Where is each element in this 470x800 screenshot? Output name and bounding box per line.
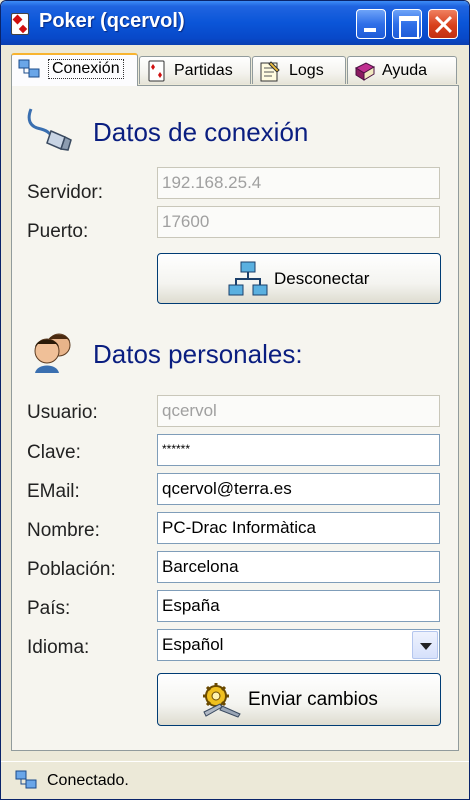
disconnect-button[interactable]: Desconectar [157, 253, 441, 304]
password-field[interactable]: ****** [157, 434, 440, 466]
network-icon [15, 770, 37, 789]
close-button[interactable] [428, 9, 458, 39]
status-bar: Conectado. [1, 761, 469, 799]
email-label: EMail: [27, 481, 80, 502]
send-changes-button[interactable]: Enviar cambios [157, 673, 441, 726]
network-icon [18, 59, 40, 78]
user-field[interactable]: qcervol [157, 395, 440, 427]
status-text: Conectado. [47, 772, 129, 789]
settings-tools-icon [203, 683, 241, 718]
tab-label: Ayuda [382, 62, 428, 79]
notepad-icon [260, 61, 280, 82]
tab-partidas[interactable]: Partidas [139, 56, 251, 84]
email-field[interactable]: qcervol@terra.es [157, 473, 440, 505]
city-label: Población: [27, 559, 116, 580]
app-window: Poker (qcervol) Conexión Partidas Logs A… [0, 0, 470, 800]
name-label: Nombre: [27, 520, 100, 541]
port-label: Puerto: [27, 221, 89, 242]
server-label: Servidor: [27, 182, 104, 203]
send-changes-label: Enviar cambios [248, 689, 378, 710]
tab-logs[interactable]: Logs [252, 56, 346, 84]
country-label: País: [27, 598, 71, 619]
window-title: Poker (qcervol) [39, 10, 185, 32]
personal-section-title: Datos personales: [93, 339, 303, 369]
language-select[interactable]: Español [157, 629, 440, 661]
tab-label: Conexión [48, 59, 124, 79]
chevron-down-icon[interactable] [412, 631, 438, 659]
language-label: Idioma: [27, 637, 90, 658]
maximize-button[interactable] [392, 9, 422, 39]
language-selected-value: Español [162, 635, 224, 654]
disconnect-label: Desconectar [274, 269, 370, 288]
connection-section-title: Datos de conexión [93, 117, 309, 147]
minimize-button[interactable] [356, 9, 386, 39]
title-bar[interactable]: Poker (qcervol) [1, 1, 469, 45]
cards-icon [148, 60, 165, 82]
users-icon [34, 333, 71, 373]
tab-conexion[interactable]: Conexión [11, 53, 138, 86]
city-field[interactable]: Barcelona [157, 551, 440, 583]
tab-ayuda[interactable]: Ayuda [347, 56, 457, 84]
name-field[interactable]: PC-Drac Informàtica [157, 512, 440, 544]
port-field[interactable]: 17600 [157, 206, 440, 238]
server-field[interactable]: 192.168.25.4 [157, 167, 440, 199]
tab-label: Partidas [174, 62, 233, 79]
tab-label: Logs [289, 62, 324, 79]
help-book-icon [354, 62, 376, 81]
country-field[interactable]: España [157, 590, 440, 622]
playing-card-icon[interactable] [11, 13, 29, 35]
network-computers-icon [228, 261, 268, 296]
network-cable-icon [27, 108, 72, 151]
password-label: Clave: [27, 442, 81, 463]
user-label: Usuario: [27, 402, 98, 423]
